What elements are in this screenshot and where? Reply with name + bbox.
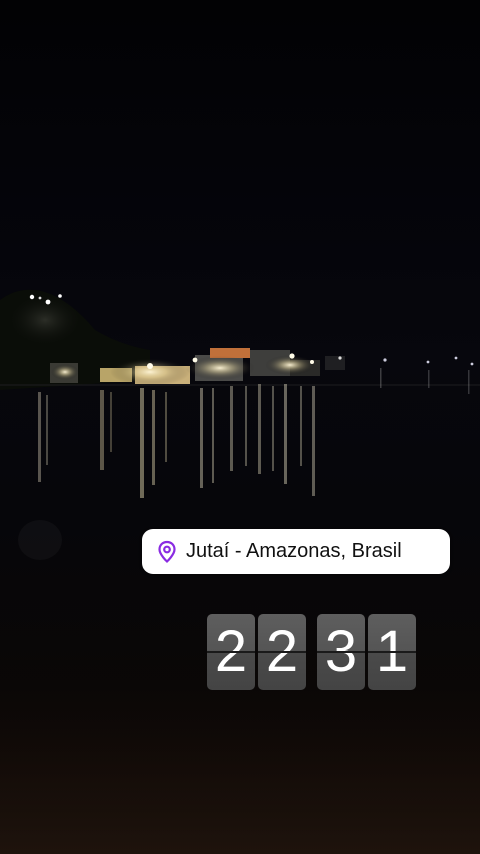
location-name: Jutaí - Amazonas, Brasil xyxy=(186,540,402,562)
time-sticker[interactable]: 2 2 3 1 xyxy=(207,614,416,690)
clock-digit: 3 xyxy=(317,614,365,690)
clock-digit: 2 xyxy=(207,614,255,690)
location-pin-icon xyxy=(156,540,178,564)
location-sticker[interactable]: Jutaí - Amazonas, Brasil xyxy=(142,529,450,574)
story-view: Jutaí - Amazonas, Brasil 2 2 3 1 xyxy=(0,0,480,854)
clock-digit: 2 xyxy=(258,614,306,690)
clock-digit: 1 xyxy=(368,614,416,690)
night-river-photo xyxy=(0,289,480,854)
clock-minutes: 3 1 xyxy=(317,614,416,690)
clock-hours: 2 2 xyxy=(207,614,306,690)
